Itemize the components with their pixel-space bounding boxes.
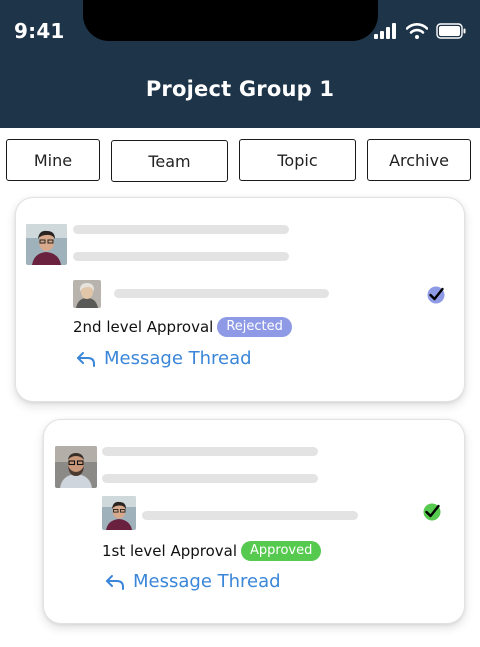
approval-card[interactable]: 1st level Approval Approved Message Thre… — [43, 419, 465, 624]
tab-archive[interactable]: Archive — [367, 139, 471, 181]
approval-status-row: 2nd level Approval Rejected — [73, 317, 292, 337]
approval-card[interactable]: 2nd level Approval Rejected Message Thre… — [15, 197, 465, 402]
reply-icon — [106, 574, 124, 590]
approval-label: 2nd level Approval — [73, 318, 214, 336]
tab-mine[interactable]: Mine — [6, 139, 100, 181]
page-title: Project Group 1 — [145, 77, 335, 101]
battery-icon — [436, 23, 466, 39]
content-placeholder — [73, 252, 289, 261]
reply-icon — [77, 351, 95, 367]
avatar — [55, 446, 97, 488]
check-icon — [427, 286, 445, 304]
check-icon — [423, 503, 441, 521]
device-notch — [83, 0, 378, 41]
message-thread-label: Message Thread — [104, 348, 252, 369]
approval-label: 1st level Approval — [102, 542, 237, 560]
signal-icon — [374, 23, 396, 39]
status-icons — [374, 22, 466, 40]
content-placeholder — [102, 474, 318, 483]
status-time: 9:41 — [14, 19, 65, 43]
message-thread-label: Message Thread — [133, 571, 281, 592]
content-placeholder — [102, 447, 318, 456]
avatar — [102, 496, 136, 530]
approval-status-row: 1st level Approval Approved — [102, 541, 322, 561]
filter-tabs: Mine Team Topic Archive — [0, 139, 480, 182]
avatar — [73, 280, 101, 308]
avatar — [26, 224, 67, 265]
tab-team[interactable]: Team — [111, 140, 228, 182]
content-placeholder — [114, 289, 329, 298]
wifi-icon — [406, 23, 428, 39]
content-placeholder — [142, 511, 358, 520]
status-badge: Rejected — [217, 317, 292, 337]
app-header: 9:41 Project Group 1 — [0, 0, 480, 128]
status-badge: Approved — [241, 541, 322, 561]
tab-topic[interactable]: Topic — [239, 139, 356, 181]
content-placeholder — [73, 225, 289, 234]
message-thread-link[interactable]: Message Thread — [105, 571, 281, 592]
message-thread-link[interactable]: Message Thread — [76, 348, 252, 369]
